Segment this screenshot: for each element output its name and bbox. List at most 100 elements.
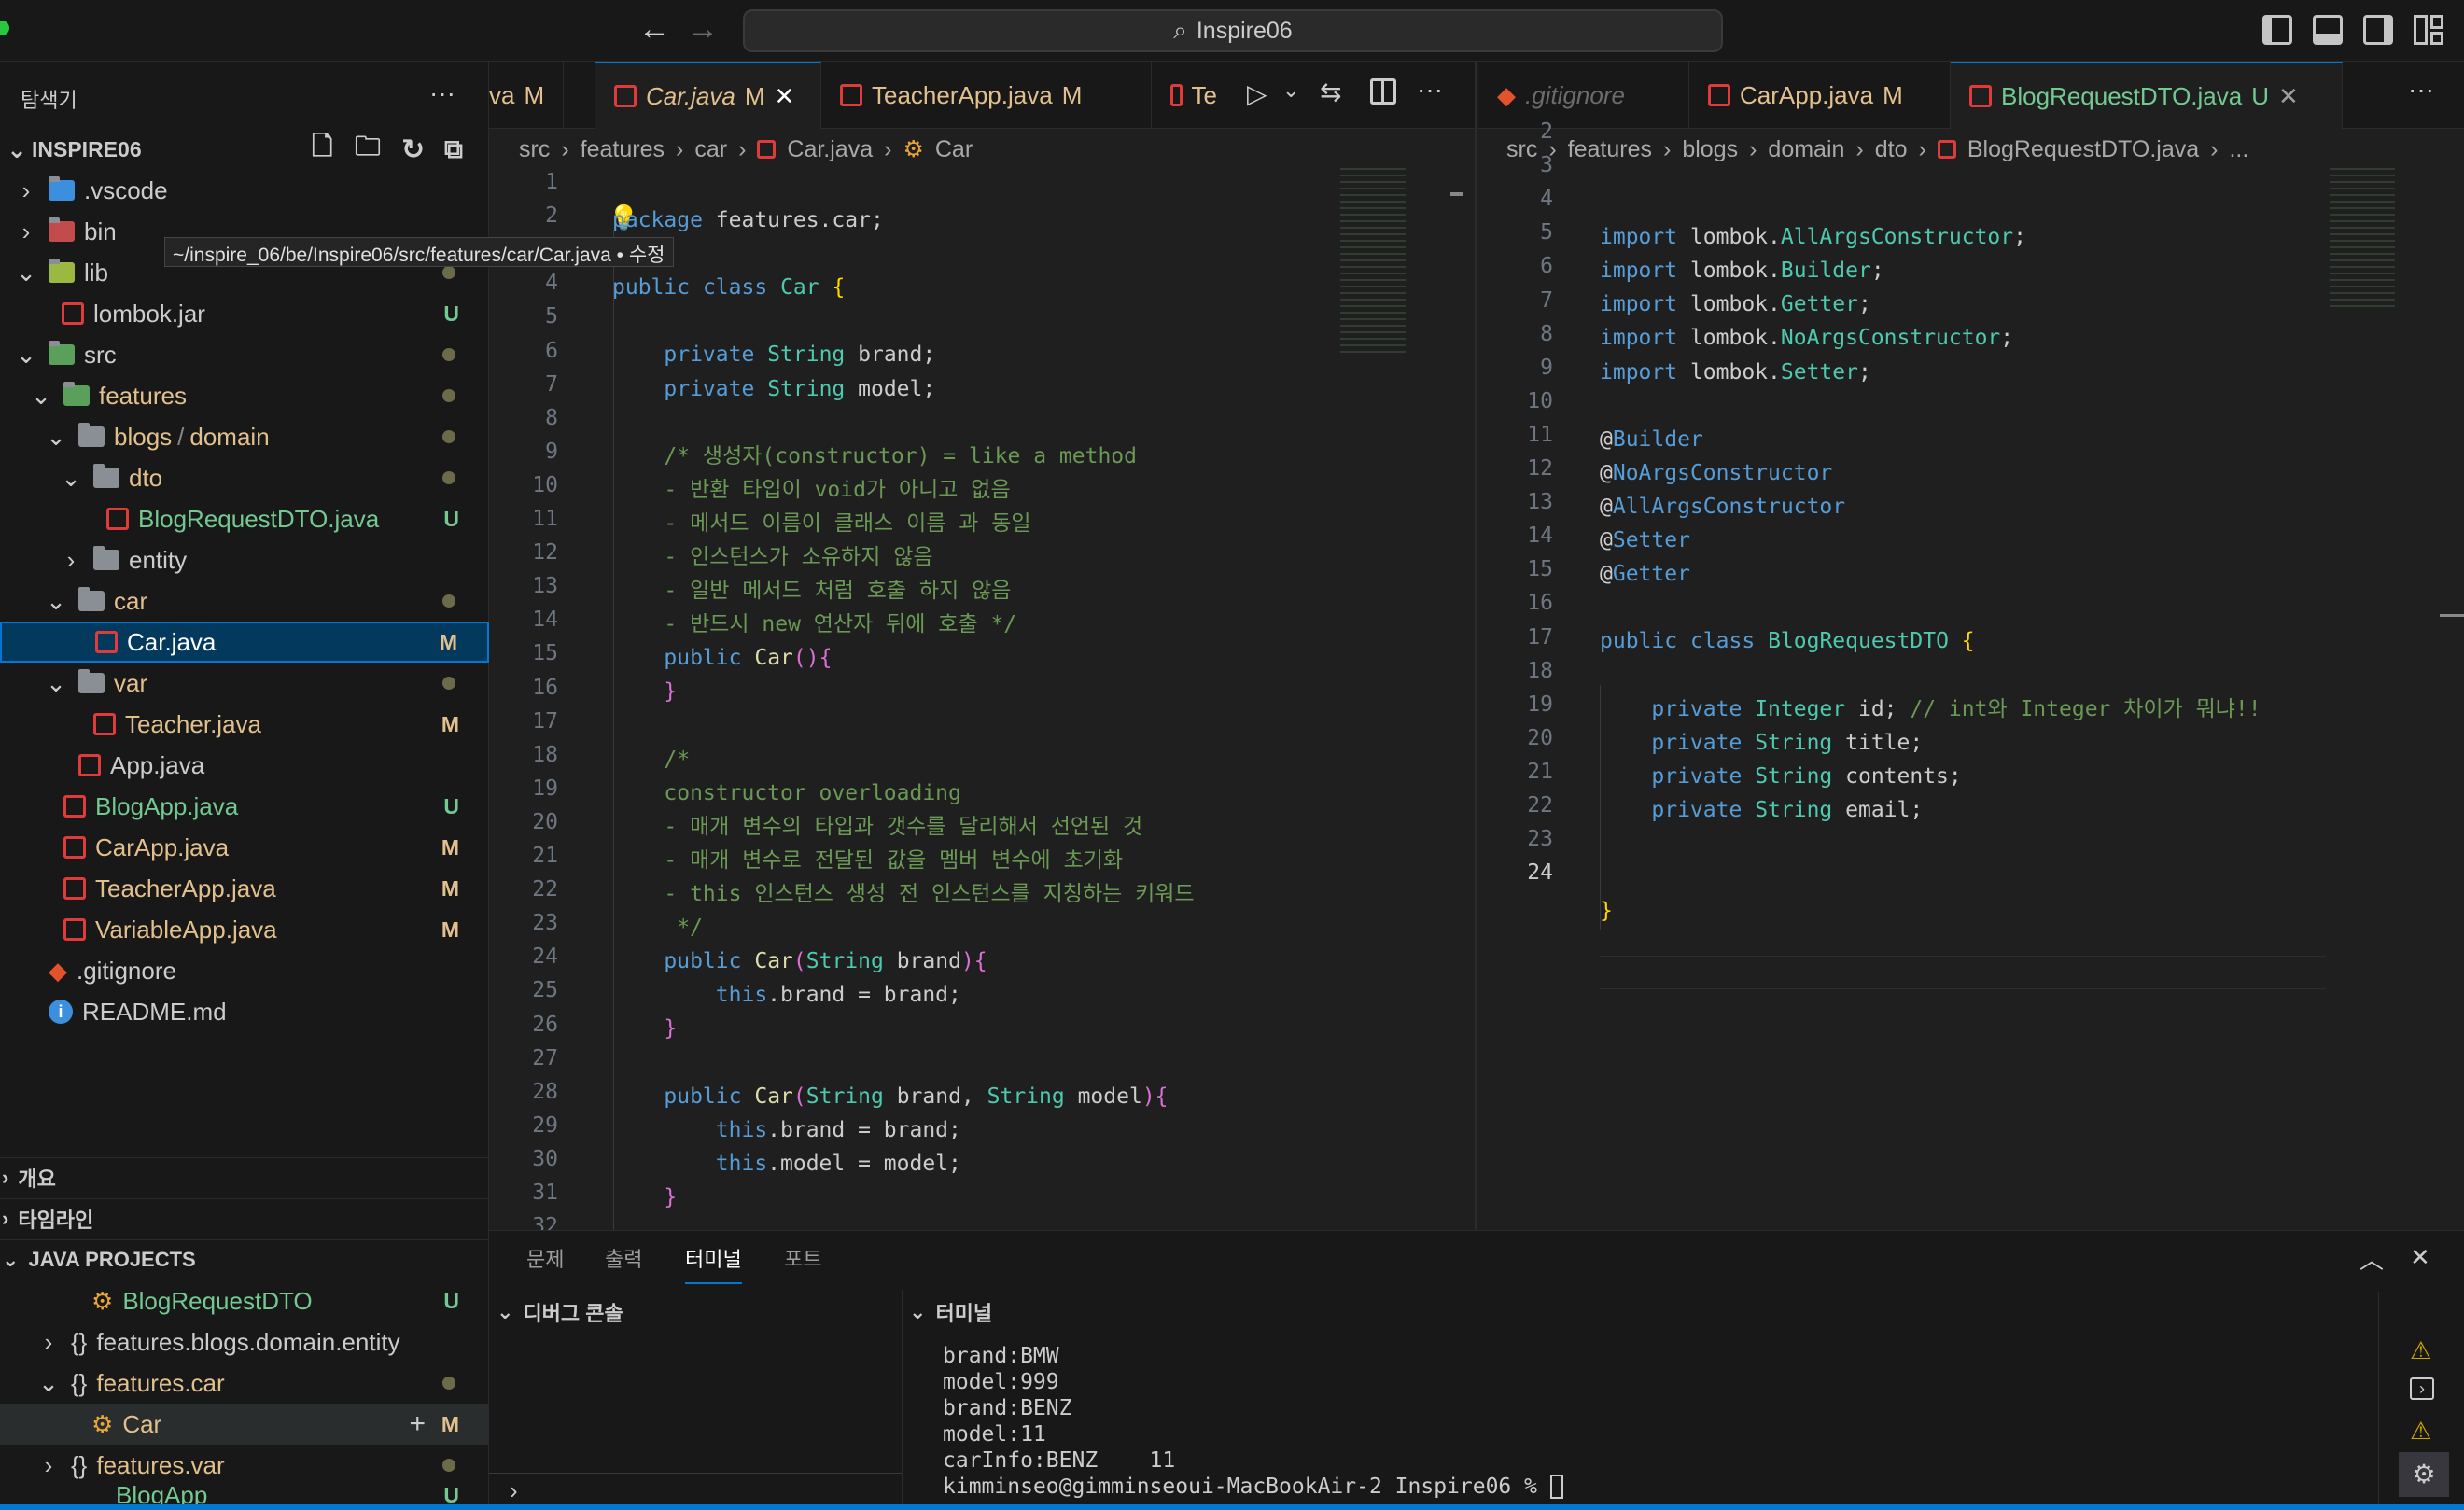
tab-blogrequestdto-java[interactable]: BlogRequestDTO.java U ✕ xyxy=(1951,62,2343,129)
chevron-right-icon: › xyxy=(44,1450,53,1479)
tab-te-partial[interactable]: Te xyxy=(1152,62,1236,129)
customize-layout-icon[interactable] xyxy=(2414,15,2443,45)
explorer-root[interactable]: ⌄ INSPIRE06 🗋 🗀 ↻ ⧉ xyxy=(0,129,489,170)
java-item-blogapp[interactable]: BlogApp U xyxy=(0,1486,489,1504)
more-actions-icon[interactable]: ··· xyxy=(1417,75,1443,105)
tree-item-app-java[interactable]: App.java xyxy=(0,745,489,786)
forward-arrow-icon[interactable]: → xyxy=(683,11,722,48)
chevron-down-icon: ⌄ xyxy=(61,463,81,492)
toggle-primary-sidebar-icon[interactable] xyxy=(2262,15,2292,45)
terminal-cursor xyxy=(1549,1475,1563,1499)
tree-item-car-java[interactable]: Car.java M xyxy=(0,622,489,663)
line-number: 21 xyxy=(532,844,558,868)
terminal-warning-icon[interactable]: ⚠ xyxy=(2410,1336,2431,1365)
java-item-car-class[interactable]: ⚙ Car + M xyxy=(0,1404,489,1445)
left-code[interactable]: package features.car; public class Car {… xyxy=(612,170,1195,1230)
right-code[interactable]: import lombok.AllArgsConstructor; import… xyxy=(1600,153,2261,961)
tab-teacherapp-java[interactable]: TeacherApp.java M xyxy=(821,62,1152,129)
line-number: 8 xyxy=(1540,321,1553,346)
toggle-secondary-sidebar-icon[interactable] xyxy=(2363,15,2393,45)
line-number: 15 xyxy=(532,641,558,666)
tab-carapp-java[interactable]: CarApp.java M xyxy=(1689,62,1951,129)
chevron-down-icon[interactable]: ⌄ xyxy=(1282,78,1299,103)
java-item-blogrequestdto[interactable]: ⚙ BlogRequestDTO U xyxy=(0,1280,489,1321)
command-center-search[interactable]: ⌕ Inspire06 xyxy=(743,9,1723,52)
more-actions-icon[interactable]: ··· xyxy=(2408,75,2434,105)
java-item-package-var[interactable]: › {} features.var xyxy=(0,1445,489,1486)
line-number: 11 xyxy=(532,507,558,531)
explorer-more-button[interactable]: ··· xyxy=(429,78,455,108)
tree-item-features[interactable]: ⌄ features xyxy=(0,375,489,416)
compare-changes-icon[interactable]: ⇆ xyxy=(1320,77,1341,107)
line-number: 15 xyxy=(1527,557,1553,582)
right-scrollbar[interactable] xyxy=(2440,614,2464,617)
java-file-icon xyxy=(1708,84,1730,106)
run-icon[interactable]: ▷ xyxy=(1247,78,1267,109)
left-scrollbar[interactable] xyxy=(1450,192,1463,196)
close-icon[interactable]: ✕ xyxy=(775,82,795,111)
outline-section[interactable]: › 개요 xyxy=(0,1157,489,1196)
toggle-panel-icon[interactable] xyxy=(2313,15,2343,45)
chevron-right-icon: › xyxy=(21,217,31,245)
tree-item-lombok-jar[interactable]: lombok.jar U xyxy=(0,293,489,334)
java-item-package-entity[interactable]: › {} features.blogs.domain.entity xyxy=(0,1321,489,1363)
tree-item-var[interactable]: ⌄ var xyxy=(0,663,489,704)
tree-item-src[interactable]: ⌄ src xyxy=(0,334,489,375)
terminal-line: model:11 xyxy=(943,1422,1046,1447)
tab-partial-java[interactable]: va M xyxy=(489,62,565,129)
line-number: 7 xyxy=(545,371,558,397)
java-item-package-car[interactable]: ⌄ {} features.car xyxy=(0,1363,489,1404)
refresh-icon[interactable]: ↻ xyxy=(401,133,425,166)
terminal-warning-icon[interactable]: ⚠ xyxy=(2410,1417,2431,1446)
tree-item-variableapp-java[interactable]: VariableApp.java M xyxy=(0,909,489,950)
add-icon[interactable]: + xyxy=(409,1408,426,1440)
title-bar: ← → ⌕ Inspire06 xyxy=(0,0,2464,62)
tab-car-java[interactable]: Car.java M ✕ xyxy=(595,62,821,129)
left-minimap xyxy=(1340,168,1406,355)
folder-icon xyxy=(78,587,105,611)
java-projects-section[interactable]: ⌄ JAVA PROJECTS xyxy=(0,1239,489,1279)
tree-item-teacher-java[interactable]: Teacher.java M xyxy=(0,704,489,745)
tree-item-gitignore[interactable]: ◆ .gitignore xyxy=(0,950,489,991)
tab-terminal[interactable]: 터미널 xyxy=(685,1243,742,1284)
tree-item-carapp-java[interactable]: CarApp.java M xyxy=(0,827,489,868)
terminal-shell-icon[interactable]: › xyxy=(2410,1377,2434,1400)
line-number: 23 xyxy=(532,911,558,936)
tree-item-blogapp-java[interactable]: BlogApp.java U xyxy=(0,786,489,827)
window-control-dot[interactable] xyxy=(0,21,9,35)
status-bar xyxy=(0,1504,2464,1510)
tree-item-blogs-domain[interactable]: ⌄ blogs / domain xyxy=(0,416,489,457)
tree-item-entity[interactable]: › entity xyxy=(0,539,489,580)
tree-item-dto[interactable]: ⌄ dto xyxy=(0,457,489,498)
debug-input-prompt-icon[interactable]: › xyxy=(510,1476,518,1505)
line-number: 13 xyxy=(1527,490,1553,515)
path-tooltip: ~/inspire_06/be/Inspire06/src/features/c… xyxy=(164,237,674,267)
split-editor-icon[interactable] xyxy=(1370,78,1396,105)
tab-problems[interactable]: 문제 xyxy=(526,1243,564,1273)
tree-item-readme[interactable]: i README.md xyxy=(0,991,489,1032)
close-icon[interactable]: ✕ xyxy=(2278,82,2299,111)
back-arrow-icon[interactable]: ← xyxy=(635,11,674,48)
terminal-prompt-row[interactable]: kimminseo@gimminseoui-MacBookAir-2 Inspi… xyxy=(943,1475,1563,1499)
tab-output[interactable]: 출력 xyxy=(605,1243,642,1273)
tree-item-teacherapp-java[interactable]: TeacherApp.java M xyxy=(0,868,489,909)
collapse-all-icon[interactable]: ⧉ xyxy=(444,134,463,165)
new-folder-icon[interactable]: 🗀 xyxy=(355,127,381,172)
close-panel-icon[interactable]: ✕ xyxy=(2410,1243,2430,1272)
tree-item-vscode[interactable]: › .vscode xyxy=(0,170,489,211)
tab-ports[interactable]: 포트 xyxy=(784,1243,821,1273)
new-file-icon[interactable]: 🗋 xyxy=(312,127,333,172)
terminal-header[interactable]: ⌄ 터미널 xyxy=(909,1297,992,1327)
debug-console-header[interactable]: ⌄ 디버그 콘솔 xyxy=(497,1297,623,1327)
status-dot xyxy=(442,430,455,443)
package-icon: {} xyxy=(71,1450,88,1479)
tree-item-car[interactable]: ⌄ car xyxy=(0,580,489,622)
line-number: 4 xyxy=(545,271,558,296)
maximize-panel-icon[interactable]: ︿ xyxy=(2359,1241,2384,1276)
folder-icon xyxy=(78,423,105,447)
tree-item-blogrequestdto-java[interactable]: BlogRequestDTO.java U xyxy=(0,498,489,539)
timeline-section[interactable]: › 타임라인 xyxy=(0,1198,489,1237)
line-number: 21 xyxy=(1527,759,1553,784)
terminal-debug-icon[interactable]: ⚙ xyxy=(2399,1452,2449,1497)
chevron-right-icon: › xyxy=(66,545,76,574)
